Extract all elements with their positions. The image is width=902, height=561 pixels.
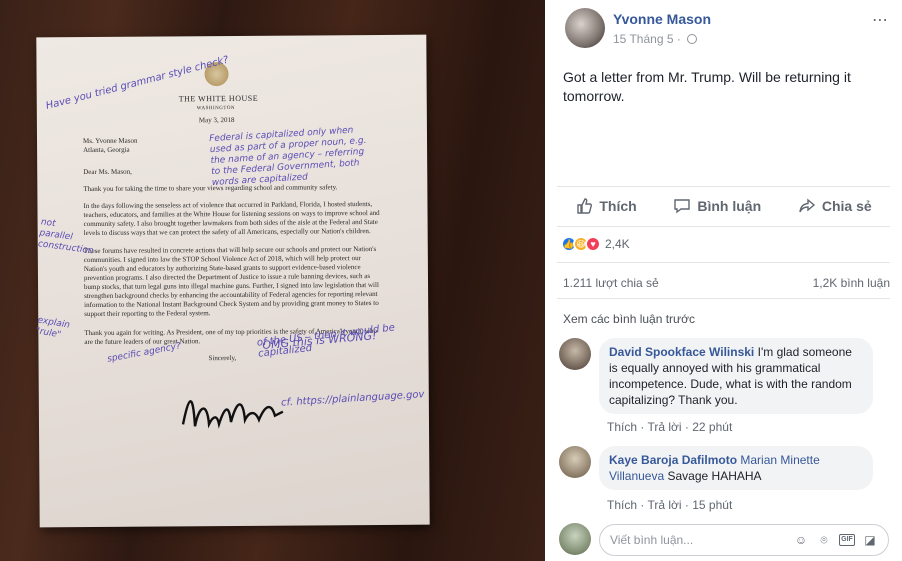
share-arrow-icon (799, 198, 815, 213)
comment-time[interactable]: 15 phút (692, 498, 732, 512)
share-label: Chia sẻ (821, 198, 872, 214)
comment-input-placeholder: Viết bình luận... (610, 533, 694, 547)
thumbs-up-icon (577, 198, 593, 214)
comment-meta: Thích · Trả lời · 15 phút (607, 498, 733, 512)
letter-date: May 3, 2018 (198, 115, 235, 125)
commenter-avatar[interactable] (559, 338, 591, 370)
share-button[interactable]: Chia sẻ (798, 197, 872, 215)
post-text: Got a letter from Mr. Trump. Will be ret… (563, 69, 851, 104)
comment-count[interactable]: 1,2K bình luận (813, 276, 890, 290)
comment-like-link[interactable]: Thích (607, 498, 637, 512)
reaction-count: 2,4K (605, 237, 630, 251)
letter-recipient-name: Ms. Yvonne Mason (82, 136, 138, 146)
post-meta: 15 Tháng 5 · (613, 32, 698, 46)
comment-bubble: David Spookface Wilinski I'm glad someon… (599, 338, 873, 414)
comment-icon (674, 199, 691, 214)
divider (557, 298, 890, 299)
comment-label: Bình luận (697, 198, 762, 214)
post-timestamp[interactable]: 15 Tháng 5 (613, 32, 674, 46)
comment-input[interactable]: Viết bình luận... ☺ ⌾ GIF ◪ (599, 524, 889, 556)
share-count[interactable]: 1.211 lượt chia sẻ (563, 276, 659, 290)
emoji-icon[interactable]: ☺ (793, 532, 809, 548)
signature-icon (181, 400, 284, 429)
comment-text: Savage HAHAHA (667, 469, 762, 483)
letterhead-city: WASHINGTON (196, 105, 236, 112)
comment-reply-link[interactable]: Trả lời (647, 420, 681, 434)
current-user-avatar (559, 523, 591, 555)
sticker-icon[interactable]: ◪ (862, 532, 878, 548)
commenter-avatar[interactable] (559, 446, 591, 478)
letter-closing: Sincerely, (208, 353, 237, 363)
comment-reply-link[interactable]: Trả lời (647, 498, 681, 512)
letter-greeting: Dear Ms. Mason, (83, 167, 132, 177)
see-previous-comments-link[interactable]: Xem các bình luận trước (563, 312, 695, 326)
comment-time[interactable]: 22 phút (692, 420, 732, 434)
annotation-plain-language: cf. https://plainlanguage.gov (280, 389, 425, 409)
comment-meta: Thích · Trả lời · 22 phút (607, 420, 733, 434)
commenter-name[interactable]: Kaye Baroja Dafilmoto (609, 453, 737, 467)
letter-recipient-city: Atlanta, Georgia (83, 145, 130, 155)
divider (557, 262, 890, 263)
like-button[interactable]: Thích (575, 197, 637, 215)
author-avatar[interactable] (565, 8, 605, 48)
author-name[interactable]: Yvonne Mason (613, 11, 711, 27)
dot-separator: · (676, 32, 685, 46)
comment-button[interactable]: Bình luận (673, 197, 761, 215)
comment-composer: Viết bình luận... ☺ ⌾ GIF ◪ (559, 522, 889, 556)
letter-paper: THE WHITE HOUSE WASHINGTON May 3, 2018 M… (34, 34, 430, 528)
camera-icon[interactable]: ⌾ (816, 532, 832, 548)
annotation-explain-rule: explain "rule" (34, 315, 71, 341)
letter-paragraph: In the days following the senseless act … (83, 200, 380, 238)
comment-like-link[interactable]: Thích (607, 420, 637, 434)
post-actions: Thích Bình luận Chia sẻ (557, 186, 890, 226)
annotation-capitalized: Federal is capitalized only when used as… (208, 125, 367, 189)
commenter-name[interactable]: David Spookface Wilinski (609, 345, 754, 359)
like-label: Thích (599, 198, 637, 214)
letterhead-title: THE WHITE HOUSE (178, 93, 259, 104)
post-photo[interactable]: THE WHITE HOUSE WASHINGTON May 3, 2018 M… (0, 0, 545, 561)
annotation-not-parallel: not parallel construction (37, 217, 95, 257)
post-panel: Yvonne Mason 15 Tháng 5 · ⋯ Got a letter… (545, 0, 902, 561)
more-options-icon[interactable]: ⋯ (872, 10, 888, 30)
divider (557, 226, 890, 227)
reactions-summary[interactable]: 👍 😆 ♥ 2,4K (561, 236, 630, 252)
gif-icon[interactable]: GIF (839, 532, 855, 548)
comment-bubble: Kaye Baroja Dafilmoto Marian Minette Vil… (599, 446, 873, 490)
love-reaction-icon: ♥ (585, 236, 601, 252)
letter-paragraph: These forums have resulted in concrete a… (83, 244, 379, 319)
globe-icon[interactable] (687, 34, 698, 44)
